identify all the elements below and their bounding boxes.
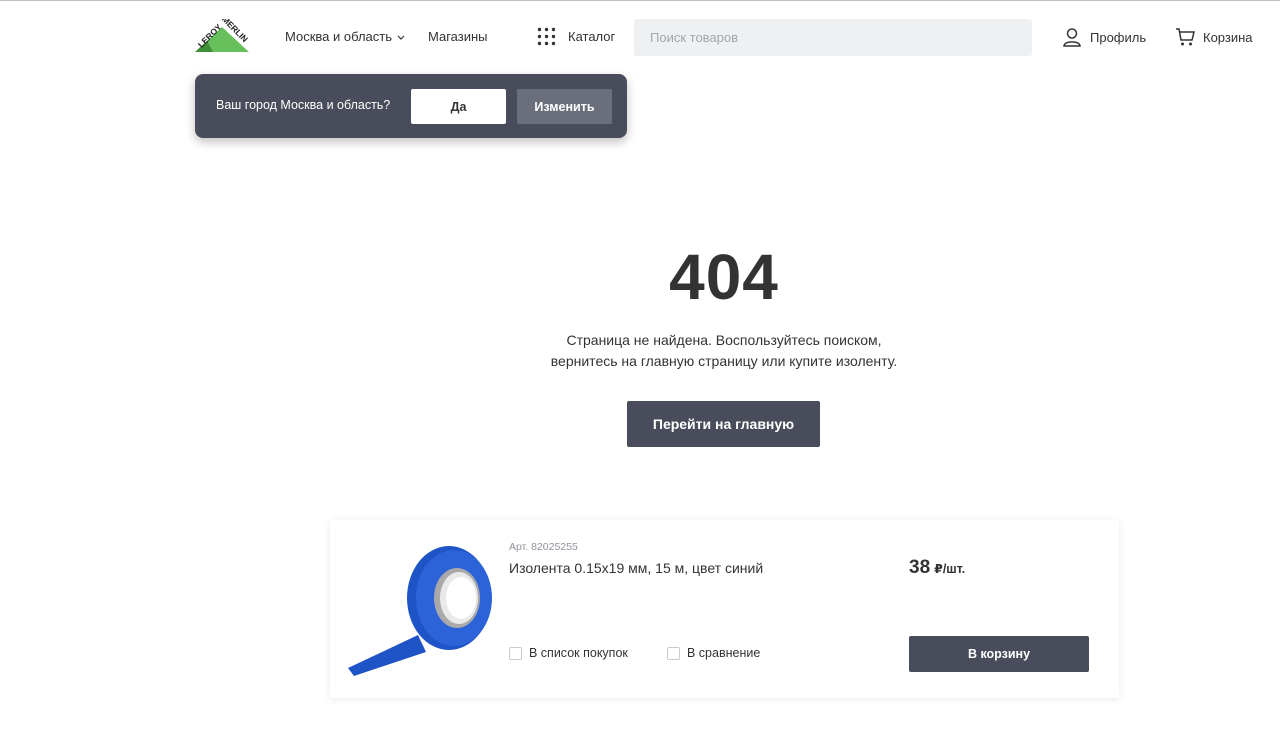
product-image[interactable] [346,540,496,680]
city-question: Ваш город Москва и область? [216,98,391,112]
catalog-button[interactable]: Каталог [537,27,615,46]
compare-checkbox[interactable]: В сравнение [667,646,760,660]
search-input[interactable] [648,29,1018,46]
product-article: Арт. 82025255 [509,541,578,553]
error-message-line-1: Страница не найдена. Воспользуйтесь поис… [566,332,882,348]
product-title[interactable]: Изолента 0.15х19 мм, 15 м, цвет синий [509,560,763,576]
region-label: Москва и область [285,29,393,44]
checkbox-icon [509,646,522,660]
cart-link[interactable]: Корзина [1175,27,1253,47]
city-change-button[interactable]: Изменить [517,89,612,124]
cart-label: Корзина [1203,29,1253,45]
go-home-button[interactable]: Перейти на главную [627,401,820,447]
error-message-line-2: вернитесь на главную страницу или купите… [550,353,898,369]
add-to-cart-button[interactable]: В корзину [909,636,1089,672]
product-card: Арт. 82025255 Изолента 0.15х19 мм, 15 м,… [330,520,1119,698]
profile-label: Профиль [1090,29,1147,45]
profile-link[interactable]: Профиль [1062,27,1146,47]
catalog-label: Каталог [568,29,616,44]
price-value: 38 [909,557,931,578]
checkbox-icon [667,646,680,660]
shopping-list-label: В список покупок [529,646,628,660]
error-code: 404 [669,241,779,313]
user-icon [1063,28,1081,47]
region-selector[interactable]: Москва и область [285,29,405,44]
stores-link[interactable]: Магазины [428,29,488,44]
cart-icon [1176,28,1195,46]
shopping-list-checkbox[interactable]: В список покупок [509,646,628,660]
product-price: 38 ₽/шт. [909,557,965,579]
error-message: Страница не найдена. Воспользуйтесь поис… [474,330,974,372]
search-box[interactable] [634,19,1032,56]
price-unit: ₽/шт. [934,562,966,576]
compare-label: В сравнение [687,646,761,660]
chevron-down-icon [397,35,405,40]
grid-dots-icon [537,27,556,46]
leroy-merlin-logo[interactable]: LEROY MERLIN [193,14,251,55]
city-confirm-popup: Ваш город Москва и область? Да Изменить [195,74,627,138]
city-yes-button[interactable]: Да [411,89,506,124]
site-header: LEROY MERLIN Москва и область Магазины К… [0,1,1280,73]
